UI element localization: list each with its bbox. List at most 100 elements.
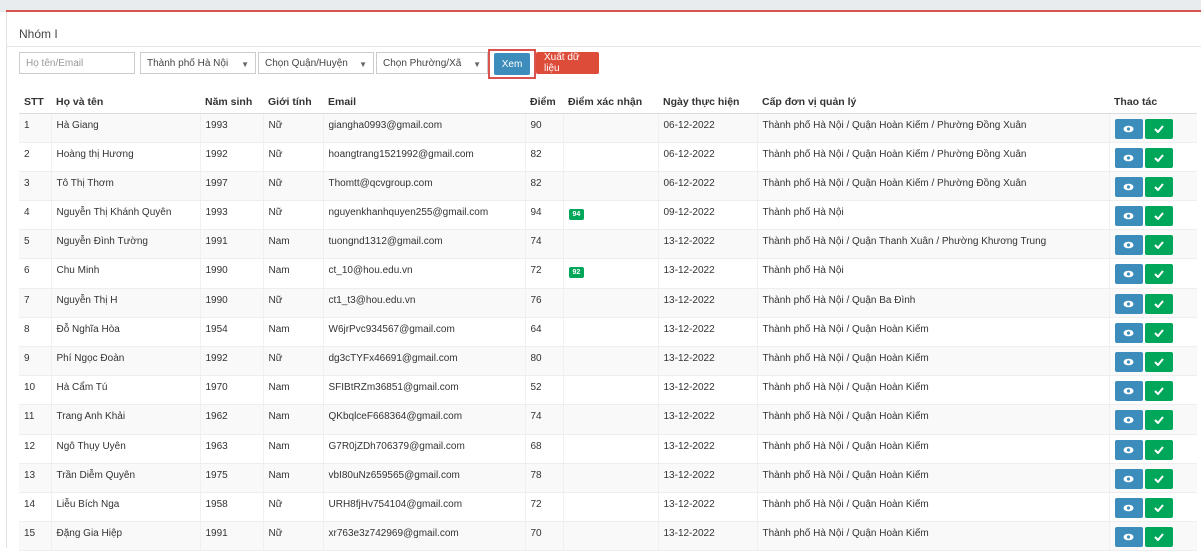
row-score: 72 (524, 258, 563, 289)
row-stt: 3 (19, 171, 51, 202)
row-name: Nguyễn Thị H (50, 288, 200, 318)
row-unit: Thành phố Hà Nội / Quận Hoàn Kiếm (756, 346, 1109, 377)
action-group (1114, 439, 1193, 460)
district-select[interactable]: Chọn Quận/Huyện ▼ (258, 52, 374, 74)
row-gender: Nữ (262, 492, 323, 523)
row-stt: 5 (19, 229, 51, 260)
row-birth-year: 1963 (199, 434, 263, 464)
check-icon (1153, 533, 1164, 542)
confirm-button[interactable] (1144, 527, 1173, 548)
row-birth-year: 1962 (199, 404, 263, 435)
row-name: Phí Ngọc Đoàn (50, 346, 200, 377)
row-unit: Thành phố Hà Nội / Quận Hoàn Kiếm / Phườ… (756, 171, 1109, 202)
row-stt: 14 (19, 492, 51, 523)
name-email-input[interactable]: Họ tên/Email (19, 52, 135, 74)
row-gender: Nữ (262, 346, 323, 377)
confirm-button[interactable] (1144, 293, 1173, 314)
table-row: 14 Liễu Bích Nga 1958 Nữ URH8fjHv754104@gmai… (19, 492, 1197, 523)
row-score: 80 (524, 346, 563, 377)
row-gender: Nam (262, 463, 323, 493)
view-detail-button[interactable] (1114, 322, 1143, 343)
view-detail-button[interactable] (1114, 439, 1143, 460)
confirm-button[interactable] (1144, 439, 1173, 460)
view-detail-button[interactable] (1114, 468, 1143, 489)
view-detail-button[interactable] (1114, 293, 1143, 314)
confirm-button[interactable] (1144, 235, 1173, 256)
ward-select[interactable]: Chọn Phường/Xã ▼ (376, 52, 488, 74)
row-date: 06-12-2022 (657, 113, 757, 143)
row-stt: 13 (19, 463, 51, 493)
row-actions (1108, 346, 1197, 377)
row-email: W6jrPvc934567@gmail.com (322, 317, 525, 348)
confirm-button[interactable] (1144, 176, 1173, 197)
row-unit: Thành phố Hà Nội / Quận Hoàn Kiếm (756, 463, 1109, 493)
eye-icon (1123, 475, 1134, 483)
check-icon (1153, 504, 1164, 512)
row-gender: Nữ (262, 288, 323, 318)
table-row: 5 Nguyễn Đình Tường 1991 Nam tuongnd1312@gma… (19, 229, 1197, 260)
confirm-button[interactable] (1144, 322, 1173, 343)
row-unit: Thành phố Hà Nội / Quận Hoàn Kiếm (756, 375, 1109, 406)
view-detail-button[interactable] (1114, 381, 1143, 402)
action-group (1114, 527, 1193, 548)
row-confirmed-score (562, 317, 658, 348)
row-score: 78 (524, 463, 563, 493)
confirm-button[interactable] (1144, 497, 1173, 518)
row-gender: Nữ (262, 142, 323, 172)
eye-icon (1123, 358, 1134, 366)
view-detail-button[interactable] (1114, 497, 1143, 518)
view-button[interactable]: Xem (494, 53, 530, 75)
row-email: dg3cTYFx46691@gmail.com (322, 346, 525, 377)
check-icon (1153, 329, 1164, 337)
action-group (1114, 410, 1193, 431)
row-confirmed-score (562, 434, 658, 464)
confirm-button[interactable] (1144, 352, 1173, 372)
row-name: Đặng Gia Hiệp (50, 521, 200, 551)
view-detail-button[interactable] (1114, 264, 1143, 285)
view-detail-button[interactable] (1114, 206, 1143, 227)
view-detail-button[interactable] (1114, 527, 1143, 548)
participants-table: STT Họ và tên Năm sinh Giới tính Email Điểm Đi… (19, 91, 1197, 551)
row-stt: 7 (19, 288, 51, 318)
confirm-button[interactable] (1144, 381, 1173, 402)
export-data-button[interactable]: Xuất dữ liệu (536, 52, 599, 74)
check-icon (1153, 241, 1164, 250)
row-gender: Nam (262, 317, 323, 348)
district-select-value: Chọn Quận/Huyện (265, 57, 348, 69)
view-detail-button[interactable] (1114, 176, 1143, 197)
confirm-button[interactable] (1144, 206, 1173, 227)
row-actions (1108, 521, 1197, 551)
view-detail-button[interactable] (1114, 410, 1143, 431)
table-row: 13 Trần Diễm Quyên 1975 Nam vbI80uNz659565@g… (19, 463, 1197, 493)
row-gender: Nữ (262, 200, 323, 231)
row-stt: 12 (19, 434, 51, 464)
city-select[interactable]: Thành phố Hà Nội ▼ (140, 52, 256, 74)
eye-icon (1123, 271, 1134, 278)
confirm-button[interactable] (1144, 468, 1173, 489)
view-detail-button[interactable] (1114, 352, 1143, 372)
row-email: ct1_t3@hou.edu.vn (322, 288, 525, 318)
header-col-gender: Giới tính (263, 91, 323, 114)
confirmed-score-badge: 94 (568, 209, 585, 221)
table-row: 9 Phí Ngọc Đoàn 1992 Nữ dg3cTYFx46691@gmail.… (19, 346, 1197, 377)
row-stt: 6 (19, 258, 51, 289)
row-actions (1108, 200, 1197, 231)
eye-icon (1123, 533, 1134, 541)
header-col-name: Họ và tên (51, 91, 200, 114)
row-name: Chu Minh (50, 258, 200, 289)
eye-icon (1123, 125, 1134, 132)
eye-icon (1123, 154, 1134, 161)
confirm-button[interactable] (1144, 264, 1173, 285)
view-detail-button[interactable] (1114, 147, 1143, 168)
row-date: 13-12-2022 (657, 404, 757, 435)
confirm-button[interactable] (1144, 118, 1173, 139)
row-confirmed-score (562, 404, 658, 435)
action-group (1114, 293, 1193, 314)
header-col-birth-year: Năm sinh (200, 91, 263, 114)
row-actions (1108, 171, 1197, 202)
row-birth-year: 1990 (199, 258, 263, 289)
confirm-button[interactable] (1144, 410, 1173, 431)
confirm-button[interactable] (1144, 147, 1173, 168)
view-detail-button[interactable] (1114, 235, 1143, 256)
view-detail-button[interactable] (1114, 118, 1143, 139)
